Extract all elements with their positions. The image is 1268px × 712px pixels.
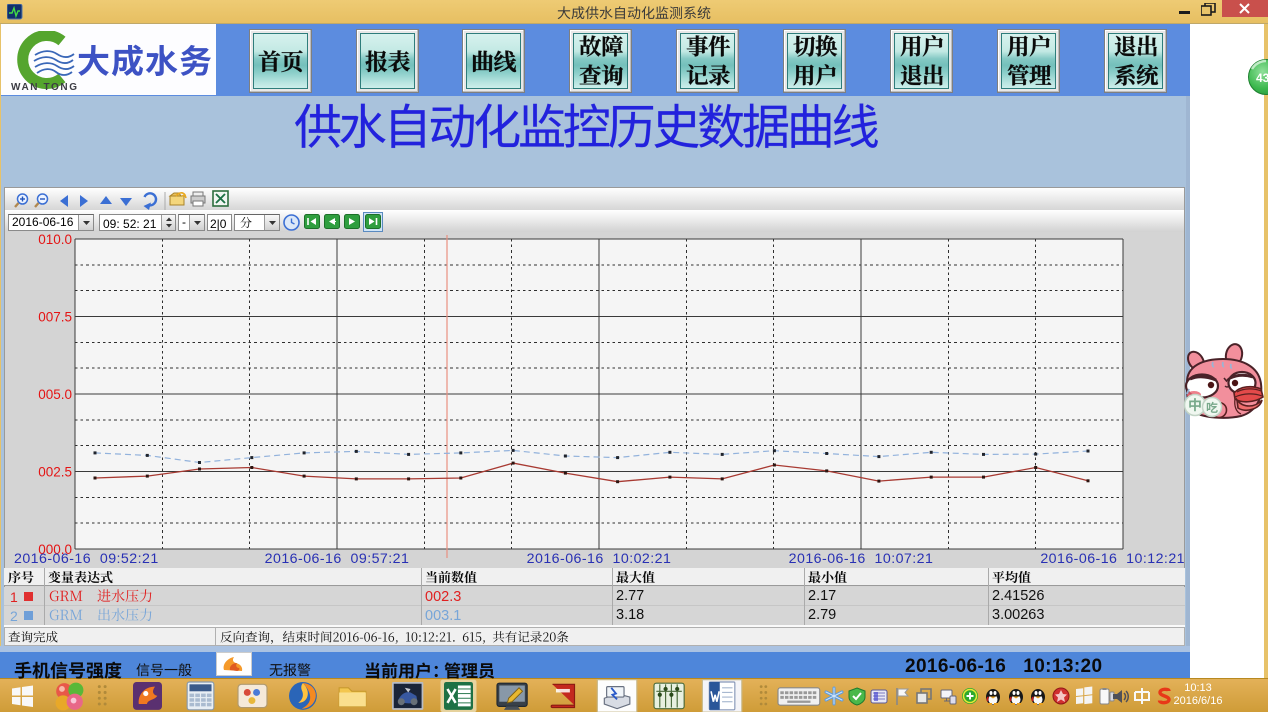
svg-text:43: 43 bbox=[1256, 71, 1268, 85]
